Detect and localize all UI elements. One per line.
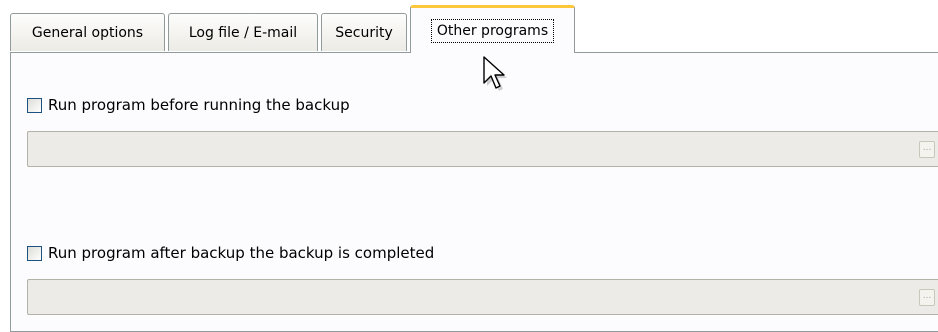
tab-general-options-label: General options bbox=[31, 24, 144, 41]
run-before-checkbox[interactable] bbox=[27, 97, 42, 113]
run-before-label: Run program before running the backup bbox=[48, 96, 350, 114]
arrow-pointer-icon bbox=[481, 55, 507, 99]
run-after-option[interactable]: Run program after backup the backup is c… bbox=[27, 244, 434, 262]
tab-security-label: Security bbox=[335, 24, 393, 41]
tab-other-programs[interactable]: Other programs bbox=[410, 5, 575, 53]
run-after-label: Run program after backup the backup is c… bbox=[48, 244, 435, 262]
run-before-path-field[interactable]: ... bbox=[27, 131, 938, 167]
run-before-option[interactable]: Run program before running the backup bbox=[27, 96, 350, 114]
tab-general-options[interactable]: General options bbox=[10, 13, 165, 51]
run-before-browse-button[interactable]: ... bbox=[919, 141, 935, 158]
run-after-path-field[interactable]: ... bbox=[27, 279, 938, 315]
tab-log-file-email[interactable]: Log file / E-mail bbox=[168, 13, 318, 51]
tab-other-programs-label: Other programs bbox=[430, 18, 555, 43]
run-after-checkbox[interactable] bbox=[27, 245, 42, 261]
tab-security[interactable]: Security bbox=[321, 13, 407, 51]
run-after-browse-button[interactable]: ... bbox=[919, 289, 935, 306]
tab-strip: General options Log file / E-mail Securi… bbox=[0, 0, 938, 53]
tab-log-file-email-label: Log file / E-mail bbox=[188, 24, 298, 41]
